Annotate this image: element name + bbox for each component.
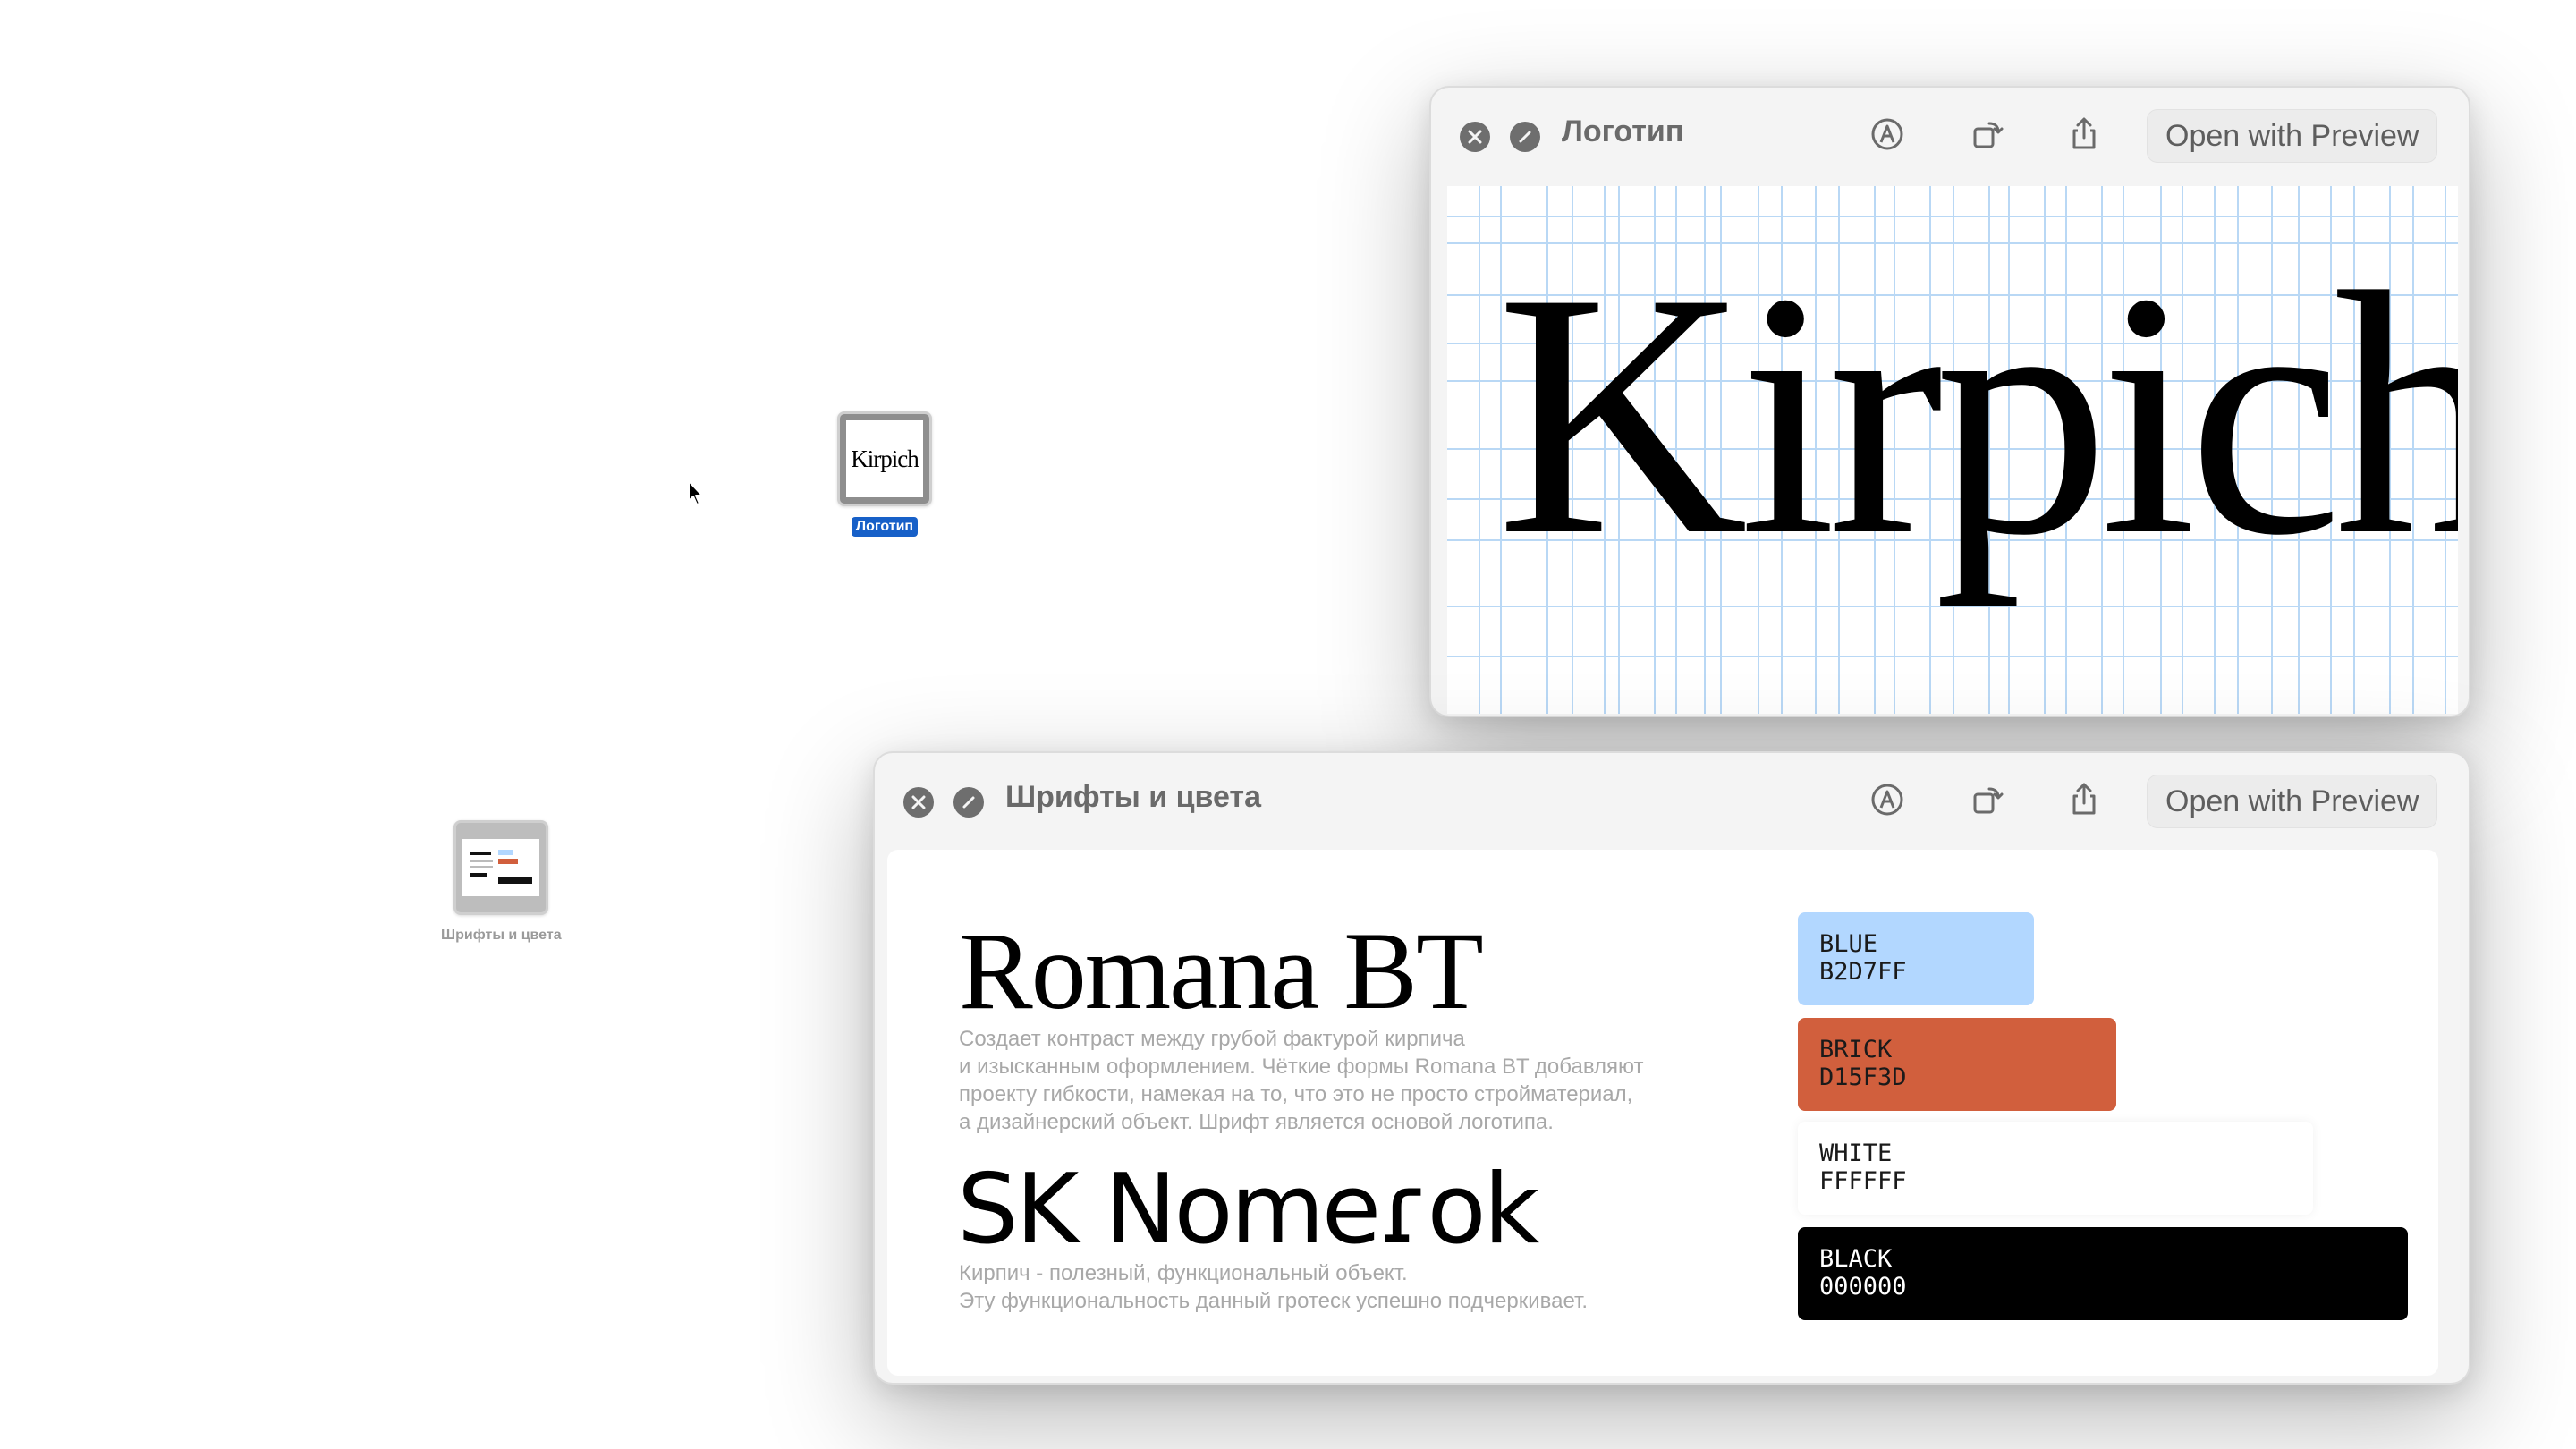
close-button[interactable] xyxy=(903,787,934,818)
font-description-nomerok: Кирпич - полезный, функциональный объект… xyxy=(959,1259,1588,1315)
color-name: BRICK xyxy=(1819,1036,1893,1063)
description-line: Создает контраст между грубой фактурой к… xyxy=(959,1027,1465,1051)
window-titlebar[interactable]: Логотип Open with Preview xyxy=(1431,88,2469,186)
share-button[interactable] xyxy=(2061,776,2107,823)
logo-preview-canvas: Kirpich xyxy=(1447,186,2458,714)
rotate-icon xyxy=(1973,787,2004,814)
document-preview-icon xyxy=(462,839,540,896)
markup-button[interactable] xyxy=(1864,776,1911,823)
share-button[interactable] xyxy=(2061,111,2107,157)
logo-file-thumbnail[interactable]: Kirpich xyxy=(837,411,932,506)
color-name: BLUE xyxy=(1819,930,1878,958)
open-with-preview-button[interactable]: Open with Preview xyxy=(2147,775,2438,828)
description-line: Эту функциональность данный гротеск успе… xyxy=(959,1289,1589,1313)
fonts-colors-preview: Romana BT Создает контраст между грубой … xyxy=(887,850,2438,1376)
description-line: и изысканным оформлением. Чёткие формы R… xyxy=(959,1055,1644,1079)
font-description-romana: Создает контраст между грубой фактурой к… xyxy=(959,1025,1643,1136)
share-icon xyxy=(2072,117,2096,149)
color-hex: D15F3D xyxy=(1819,1063,1907,1091)
description-line: а дизайнерский объект. Шрифт является ос… xyxy=(959,1110,1554,1134)
fonts-colors-file-thumbnail[interactable] xyxy=(453,820,549,915)
color-name: WHITE xyxy=(1819,1140,1893,1167)
open-with-preview-button[interactable]: Open with Preview xyxy=(2147,109,2438,163)
share-icon xyxy=(2072,783,2096,815)
window-titlebar[interactable]: Шрифты и цвета Open with Preview xyxy=(875,753,2469,852)
color-hex: B2D7FF xyxy=(1819,958,1907,986)
desktop-icon-logo[interactable]: Kirpich Логотип xyxy=(837,411,932,537)
markup-icon xyxy=(1871,118,1903,150)
window-title: Логотип xyxy=(1562,114,1684,148)
window-title: Шрифты и цвета xyxy=(1005,780,1261,814)
rotate-button[interactable] xyxy=(1964,776,2011,823)
logo-thumbnail-text: Kirpich xyxy=(846,420,923,497)
color-swatch-brick: BRICK D15F3D xyxy=(1798,1018,2116,1111)
markup-button[interactable] xyxy=(1864,111,1911,157)
close-icon xyxy=(1468,130,1482,144)
fullscreen-button[interactable] xyxy=(1510,122,1540,152)
logo-wordmark: Kirpich xyxy=(1496,221,2458,607)
quicklook-window-fonts-colors[interactable]: Шрифты и цвета Open with Preview Romana … xyxy=(873,751,2470,1385)
description-line: проекту гибкости, намекая на то, что это… xyxy=(959,1082,1633,1106)
description-line: Кирпич - полезный, функциональный объект… xyxy=(959,1261,1408,1285)
desktop-icon-fonts-colors[interactable]: Шрифты и цвета xyxy=(441,820,562,944)
markup-icon xyxy=(1871,784,1903,816)
fullscreen-icon xyxy=(962,796,975,809)
color-name: BLACK xyxy=(1819,1245,1893,1273)
color-hex: 000000 xyxy=(1819,1273,1907,1301)
font-name-nomerok: SK Nomeɾok xyxy=(957,1154,1539,1266)
close-button[interactable] xyxy=(1460,122,1490,152)
color-swatch-blue: BLUE B2D7FF xyxy=(1798,912,2034,1005)
desktop-icon-label[interactable]: Логотип xyxy=(851,517,919,537)
font-name-romana: Romana BT xyxy=(959,910,1484,1032)
rotate-icon xyxy=(1973,122,2004,148)
quicklook-window-logo[interactable]: Логотип Open with Preview Kirpich xyxy=(1429,86,2470,717)
rotate-button[interactable] xyxy=(1964,111,2011,157)
color-swatch-white: WHITE FFFFFF xyxy=(1798,1122,2313,1215)
mouse-pointer-icon xyxy=(688,480,703,505)
fullscreen-icon xyxy=(1519,131,1531,143)
desktop-icon-label[interactable]: Шрифты и цвета xyxy=(441,928,562,944)
fullscreen-button[interactable] xyxy=(953,787,984,818)
close-icon xyxy=(911,795,926,809)
color-swatch-black: BLACK 000000 xyxy=(1798,1227,2408,1320)
color-hex: FFFFFF xyxy=(1819,1167,1907,1195)
desktop: Kirpich Логотип Шрифты и цвета Логотип O… xyxy=(0,0,2576,1449)
